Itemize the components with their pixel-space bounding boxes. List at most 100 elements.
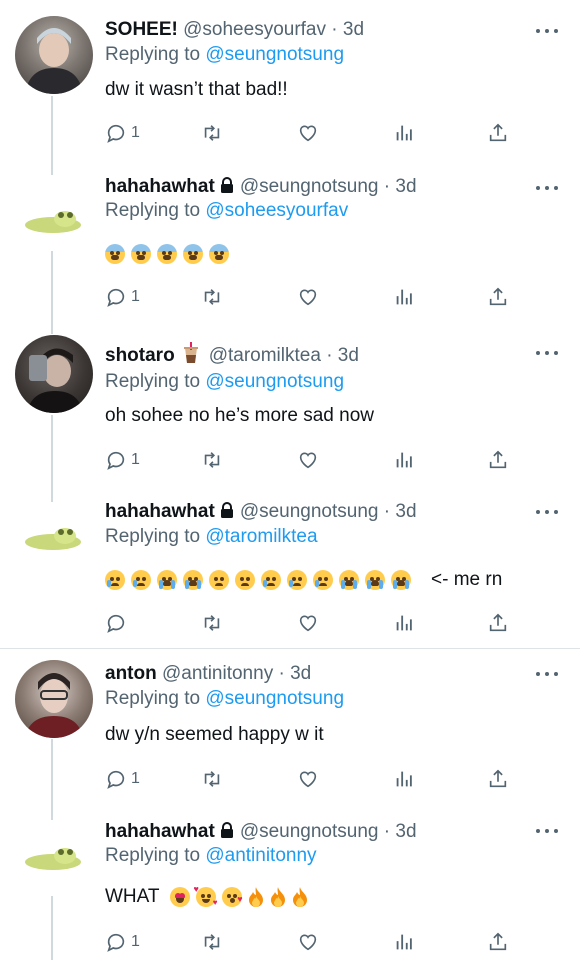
analytics-button[interactable] [393, 611, 415, 635]
replying-to: Replying to @soheesyourfav [105, 199, 348, 223]
timestamp[interactable]: · 3d [326, 345, 359, 366]
pleading-face-emoji [313, 570, 333, 590]
username[interactable]: @antinitonny [162, 663, 273, 684]
loudly-crying-face-emoji [183, 570, 203, 590]
like-button[interactable] [297, 611, 319, 635]
timestamp[interactable]: · 3d [384, 821, 417, 842]
like-button[interactable] [297, 121, 319, 145]
replying-to: Replying to @seungnotsung [105, 370, 344, 394]
username[interactable]: @soheesyourfav [183, 19, 326, 40]
replying-to-label: Replying to [105, 688, 201, 709]
reply-button[interactable]: 1 [105, 121, 140, 145]
fire-emoji [270, 887, 286, 907]
share-icon [489, 123, 507, 142]
pleading-face-emoji [261, 570, 281, 590]
share-button[interactable] [487, 930, 509, 954]
tweet[interactable]: anton @antinitonny · 3d Replying to @seu… [0, 649, 580, 812]
replying-to-handle[interactable]: @seungnotsung [205, 371, 344, 392]
tweet[interactable]: hahahawhat @seungnotsung · 3d Replying to… [0, 165, 580, 327]
avatar[interactable] [15, 818, 93, 896]
reply-button[interactable]: 1 [105, 448, 140, 472]
like-button[interactable] [297, 285, 319, 309]
username[interactable]: @seungnotsung [240, 176, 379, 197]
heart-eyes-face-emoji [169, 887, 190, 907]
thread-line [51, 739, 53, 812]
avatar[interactable] [15, 660, 93, 738]
fearful-face-emoji [105, 244, 125, 264]
more-icon[interactable] [536, 669, 558, 679]
analytics-button[interactable] [393, 121, 415, 145]
analytics-button[interactable] [393, 930, 415, 954]
share-icon [489, 932, 507, 951]
reply-button[interactable]: 1 [105, 285, 140, 309]
share-button[interactable] [487, 611, 509, 635]
username[interactable]: @taromilktea [209, 345, 321, 366]
more-icon[interactable] [536, 826, 558, 836]
smiling-face-with-hearts-emoji [194, 885, 218, 907]
sad-face-emoji [235, 570, 255, 590]
replying-to-handle[interactable]: @taromilktea [205, 526, 317, 547]
lock-icon [218, 821, 236, 846]
like-button[interactable] [297, 448, 319, 472]
tweet[interactable]: SOHEE! @soheesyourfav · 3d Replying to @… [0, 0, 580, 165]
timestamp[interactable]: · 3d [384, 501, 417, 522]
analytics-button[interactable] [393, 448, 415, 472]
like-button[interactable] [297, 930, 319, 954]
retweet-button[interactable] [201, 448, 223, 472]
replying-to-label: Replying to [105, 44, 201, 65]
display-name[interactable]: shotaro [105, 345, 175, 366]
loudly-crying-face-emoji [339, 570, 359, 590]
avatar[interactable] [15, 16, 93, 94]
display-name[interactable]: hahahawhat [105, 821, 215, 842]
more-icon[interactable] [536, 26, 558, 36]
username[interactable]: @seungnotsung [240, 501, 379, 522]
action-bar: 1 [105, 121, 507, 145]
display-name[interactable]: hahahawhat [105, 501, 215, 522]
reply-button[interactable]: 1 [105, 767, 140, 791]
replying-to-handle[interactable]: @antinitonny [205, 845, 316, 866]
replying-to-handle[interactable]: @seungnotsung [205, 688, 344, 709]
crying-face-emoji [131, 570, 151, 590]
timestamp[interactable]: · 3d [384, 176, 417, 197]
display-name[interactable]: SOHEE! [105, 19, 178, 40]
retweet-button[interactable] [201, 285, 223, 309]
retweet-button[interactable] [201, 930, 223, 954]
replying-to-handle[interactable]: @seungnotsung [205, 44, 344, 65]
share-button[interactable] [487, 121, 509, 145]
timestamp[interactable]: · 3d [331, 19, 364, 40]
retweet-button[interactable] [201, 611, 223, 635]
avatar[interactable] [15, 498, 93, 576]
timestamp[interactable]: · 3d [278, 663, 311, 684]
tweet-text-trailing: <- me rn [431, 569, 503, 590]
replying-to-handle[interactable]: @soheesyourfav [205, 200, 348, 221]
analytics-icon [396, 615, 412, 631]
share-button[interactable] [487, 767, 509, 791]
username[interactable]: @seungnotsung [240, 821, 379, 842]
thread-line [51, 96, 53, 165]
more-icon[interactable] [536, 348, 558, 358]
like-button[interactable] [297, 767, 319, 791]
more-icon[interactable] [536, 507, 558, 517]
display-name[interactable]: anton [105, 663, 157, 684]
action-bar [105, 611, 507, 635]
tweet-header: hahahawhat @seungnotsung · 3d [105, 820, 417, 846]
reply-button[interactable] [105, 611, 131, 635]
tweet[interactable]: shotaro @taromilktea · 3d Replying to @se… [0, 327, 580, 490]
tweet-header: anton @antinitonny · 3d [105, 662, 311, 686]
retweet-button[interactable] [201, 121, 223, 145]
display-name[interactable]: hahahawhat [105, 176, 215, 197]
avatar[interactable] [15, 181, 93, 259]
share-button[interactable] [487, 285, 509, 309]
analytics-button[interactable] [393, 285, 415, 309]
reply-button[interactable]: 1 [105, 930, 140, 954]
tweet[interactable]: hahahawhat @seungnotsung · 3d Replying to… [0, 490, 580, 648]
more-icon[interactable] [536, 183, 558, 193]
replying-to: Replying to @seungnotsung [105, 43, 344, 67]
tweet-text: dw it wasn’t that bad!! [105, 79, 288, 100]
tweet-text [105, 244, 229, 264]
tweet[interactable]: hahahawhat @seungnotsung · 3d Replying to… [0, 812, 580, 960]
analytics-button[interactable] [393, 767, 415, 791]
retweet-button[interactable] [201, 767, 223, 791]
avatar[interactable] [15, 335, 93, 413]
share-button[interactable] [487, 448, 509, 472]
